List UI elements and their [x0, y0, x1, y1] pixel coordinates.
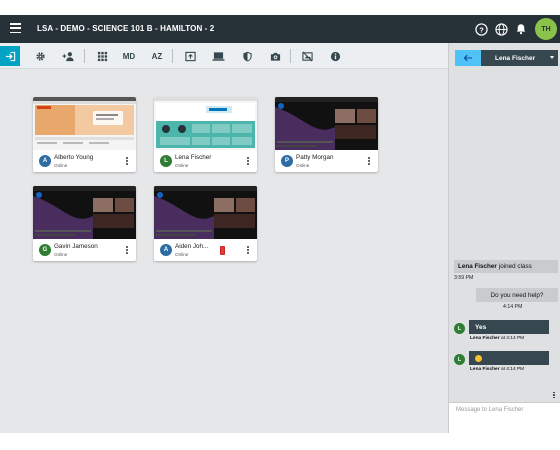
student-status: Online: [175, 252, 189, 257]
add-student-icon[interactable]: [61, 49, 75, 63]
screen-icon[interactable]: [211, 49, 225, 63]
class-title: LSA - DEMO - SCIENCE 101 B - HAMILTON - …: [37, 24, 215, 33]
screen-thumbnail[interactable]: [33, 186, 136, 239]
student-status: Online: [175, 163, 189, 168]
toolbar-divider: [290, 49, 291, 63]
top-bar: LSA - DEMO - SCIENCE 101 B - HAMILTON - …: [0, 15, 560, 43]
selected-student-name: Lena Fischer: [495, 54, 536, 62]
join-name: Lena Fischer: [458, 263, 497, 270]
message-meta: Lena Fischer at 4:14 PM: [470, 367, 524, 372]
student-card[interactable]: L Lena Fischer Online: [154, 97, 257, 172]
more-options-icon[interactable]: [366, 155, 372, 167]
help-icon[interactable]: ?: [474, 22, 488, 36]
outgoing-message: Do you need help?: [476, 288, 558, 302]
chat-header: Lena Fischer: [455, 50, 558, 66]
md-size-button[interactable]: MD: [122, 49, 136, 63]
more-options-icon[interactable]: [124, 244, 130, 256]
student-status: Online: [54, 163, 68, 168]
gear-icon[interactable]: [33, 49, 47, 63]
shield-icon[interactable]: [240, 49, 254, 63]
screen-thumbnail[interactable]: [154, 97, 257, 150]
student-name: Patty Morgan: [296, 154, 334, 161]
more-options-icon[interactable]: [245, 155, 251, 167]
student-avatar: P: [281, 155, 293, 167]
svg-text:?: ?: [479, 25, 484, 34]
present-icon[interactable]: [183, 49, 197, 63]
chevron-down-icon: [550, 56, 554, 59]
more-options-icon[interactable]: [245, 244, 251, 256]
student-avatar: G: [39, 244, 51, 256]
chat-more-options-icon[interactable]: [552, 390, 556, 400]
student-selector[interactable]: Lena Fischer: [481, 50, 558, 66]
smiley-emoji-icon: [475, 354, 482, 362]
screen-thumbnail[interactable]: [275, 97, 378, 150]
student-avatar: A: [160, 244, 172, 256]
join-text: joined class: [498, 263, 532, 270]
sort-az-button[interactable]: AZ: [150, 49, 164, 63]
bell-icon[interactable]: [514, 22, 528, 36]
toolbar-divider: [84, 49, 85, 63]
student-avatar: L: [454, 323, 465, 334]
student-status: Online: [54, 252, 68, 257]
toolbar-divider: [172, 49, 173, 63]
sender-name: Lena Fischer: [470, 336, 500, 341]
student-name: Gavin Jameson: [54, 243, 98, 250]
student-name: Aiden Joh...: [175, 243, 209, 250]
screen-thumbnail[interactable]: [154, 186, 257, 239]
info-icon[interactable]: [328, 49, 342, 63]
student-avatar: A: [39, 155, 51, 167]
join-notice: Lena Fischer joined class: [454, 260, 558, 273]
student-card[interactable]: G Gavin Jameson Online: [33, 186, 136, 261]
globe-icon[interactable]: [494, 22, 508, 36]
user-avatar[interactable]: TH: [535, 18, 557, 40]
student-card[interactable]: P Patty Morgan Online: [275, 97, 378, 172]
chat-panel: Lena Fischer Lena Fischer joined class 3…: [448, 43, 560, 433]
message-input[interactable]: Message to Lena Fischer: [449, 402, 560, 433]
screen-thumbnail[interactable]: [33, 97, 136, 150]
menu-icon[interactable]: [10, 23, 21, 34]
student-name: Alberto Young: [54, 154, 94, 161]
student-name: Lena Fischer: [175, 154, 212, 161]
message-time: at 4:14 PM: [500, 367, 525, 372]
incoming-message: [469, 351, 549, 365]
student-card[interactable]: A Alberto Young Online: [33, 97, 136, 172]
grid-icon[interactable]: [95, 49, 109, 63]
sender-name: Lena Fischer: [470, 367, 500, 372]
exit-icon[interactable]: [0, 46, 20, 66]
student-avatar: L: [160, 155, 172, 167]
message-meta: Lena Fischer at 4:14 PM: [470, 336, 524, 341]
student-grid: A Alberto Young Online L Lena Fischer On…: [0, 69, 448, 433]
camera-icon[interactable]: [268, 49, 282, 63]
outgoing-time: 4:14 PM: [503, 304, 523, 310]
student-avatar: L: [454, 354, 465, 365]
incoming-message: Yes: [469, 320, 549, 334]
back-arrow-icon[interactable]: [455, 50, 481, 66]
student-status: Online: [296, 163, 310, 168]
message-time: at 4:14 PM: [500, 336, 525, 341]
join-time: 3:59 PM: [454, 275, 474, 281]
low-battery-icon: [220, 246, 225, 255]
more-options-icon[interactable]: [124, 155, 130, 167]
hide-screen-icon[interactable]: [300, 49, 314, 63]
student-card[interactable]: A Aiden Joh... Online: [154, 186, 257, 261]
toolbar: MD AZ: [0, 43, 448, 69]
